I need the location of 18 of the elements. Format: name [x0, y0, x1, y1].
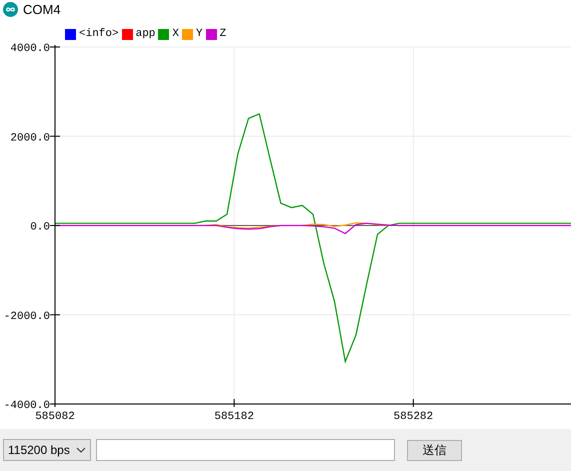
y-tick-label: -2000.0 [4, 310, 50, 323]
chevron-down-icon [76, 447, 86, 453]
legend-label: X [172, 28, 180, 40]
x-tick-label: 585082 [35, 411, 75, 423]
y-tick-label: 2000.0 [10, 132, 50, 144]
legend-label: Y [196, 28, 203, 40]
x-tick-label: 585282 [394, 411, 434, 423]
y-tick-label: -4000.0 [4, 400, 50, 412]
legend-label: app [136, 28, 156, 40]
y-tick-label: 4000.0 [10, 43, 50, 55]
legend-label: Z [220, 28, 226, 40]
send-button[interactable]: 送信 [407, 440, 462, 460]
window-title: COM4 [23, 2, 61, 18]
y-tick-label: 0.0 [30, 222, 50, 234]
message-input-field[interactable] [96, 439, 395, 461]
x-tick-label: 585182 [214, 411, 254, 423]
baud-rate-dropdown[interactable]: 115200 bps [3, 439, 91, 461]
legend-label: <info> [79, 28, 119, 40]
